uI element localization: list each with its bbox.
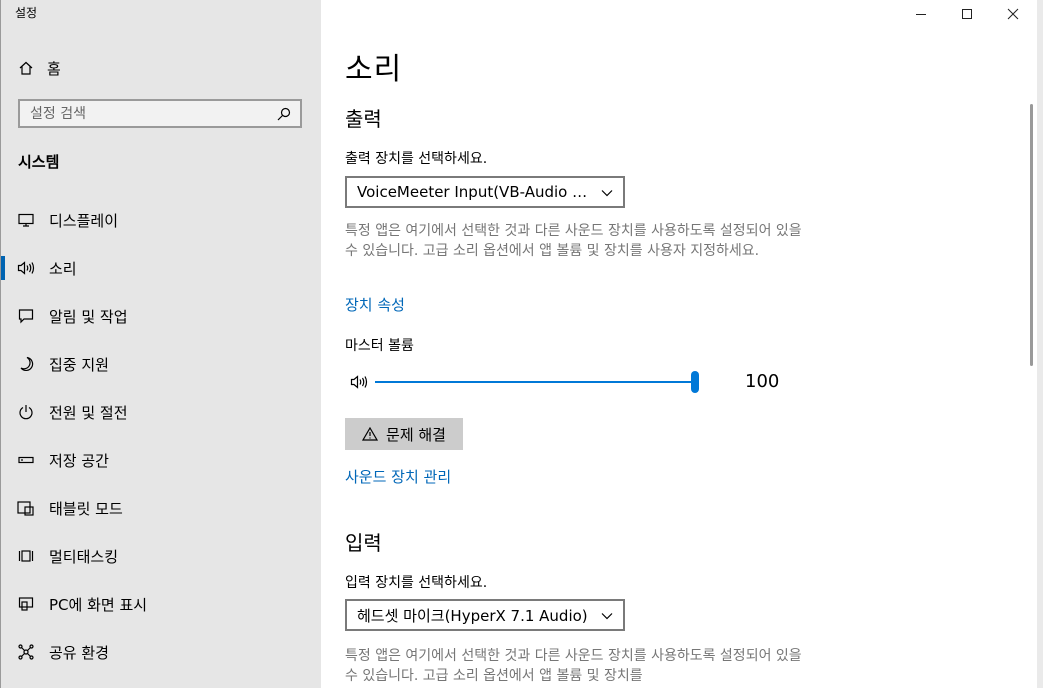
- sidebar-item-label: 디스플레이: [49, 211, 119, 230]
- chevron-down-icon: [601, 606, 613, 624]
- sidebar-item-project[interactable]: PC에 화면 표시: [1, 580, 321, 628]
- home-label: 홈: [47, 59, 61, 78]
- warning-icon: [362, 427, 379, 441]
- home-link[interactable]: 홈: [17, 56, 61, 80]
- master-volume-label: 마스터 볼륨: [345, 338, 414, 354]
- volume-value: 100: [745, 371, 780, 392]
- scrollbar[interactable]: [1030, 104, 1033, 366]
- close-button[interactable]: [990, 0, 1036, 28]
- sidebar-item-power[interactable]: 전원 및 절전: [1, 388, 321, 436]
- sidebar-item-share[interactable]: 공유 환경: [1, 628, 321, 676]
- home-icon: [17, 60, 35, 76]
- output-description: 특정 앱은 여기에서 선택한 것과 다른 사운드 장치를 사용하도록 설정되어 …: [345, 223, 802, 259]
- sidebar-item-label: 알림 및 작업: [49, 307, 128, 326]
- display-icon: [17, 211, 35, 229]
- sidebar: 설정 홈 시스템 디스플레이 소리 알림 및 작: [1, 0, 321, 688]
- search-box[interactable]: [18, 99, 302, 128]
- slider-thumb[interactable]: [691, 371, 699, 393]
- sidebar-item-label: 태블릿 모드: [49, 499, 123, 518]
- input-description: 특정 앱은 여기에서 선택한 것과 다른 사운드 장치를 사용하도록 설정되어 …: [345, 648, 802, 684]
- search-icon[interactable]: [274, 107, 294, 121]
- input-device-label: 입력 장치를 선택하세요.: [345, 575, 488, 591]
- power-icon: [17, 403, 35, 421]
- sidebar-item-label: 저장 공간: [49, 451, 109, 470]
- sidebar-item-notifications[interactable]: 알림 및 작업: [1, 292, 321, 340]
- notification-icon: [17, 307, 35, 325]
- multitasking-icon: [17, 547, 35, 565]
- troubleshoot-label: 문제 해결: [386, 425, 446, 444]
- minimize-button[interactable]: [898, 0, 944, 28]
- output-device-dropdown[interactable]: VoiceMeeter Input(VB-Audio Voi...: [345, 176, 625, 208]
- moon-icon: [17, 355, 35, 373]
- input-device-value: 헤드셋 마이크(HyperX 7.1 Audio): [357, 606, 588, 625]
- maximize-button[interactable]: [944, 0, 990, 28]
- sidebar-item-label: PC에 화면 표시: [49, 595, 148, 614]
- sidebar-item-storage[interactable]: 저장 공간: [1, 436, 321, 484]
- speaker-icon[interactable]: [349, 374, 369, 394]
- manage-sound-devices-link[interactable]: 사운드 장치 관리: [345, 466, 451, 487]
- troubleshoot-button[interactable]: 문제 해결: [345, 418, 463, 450]
- main-panel: 소리 출력 출력 장치를 선택하세요. VoiceMeeter Input(VB…: [321, 0, 1037, 688]
- speaker-icon: [17, 259, 35, 277]
- minimize-icon: [916, 14, 926, 15]
- output-device-label: 출력 장치를 선택하세요.: [345, 151, 488, 167]
- share-icon: [17, 643, 35, 661]
- chevron-down-icon: [601, 183, 613, 201]
- close-icon: [1007, 8, 1019, 20]
- master-volume-slider[interactable]: 100: [345, 370, 785, 396]
- sidebar-item-label: 소리: [49, 259, 77, 278]
- sidebar-item-sound[interactable]: 소리: [1, 244, 321, 292]
- sidebar-item-label: 멀티태스킹: [49, 547, 119, 566]
- output-heading: 출력: [345, 107, 382, 131]
- sidebar-item-multitasking[interactable]: 멀티태스킹: [1, 532, 321, 580]
- sidebar-item-focus-assist[interactable]: 집중 지원: [1, 340, 321, 388]
- app-title: 설정: [15, 6, 38, 20]
- output-device-value: VoiceMeeter Input(VB-Audio Voi...: [357, 183, 593, 201]
- sidebar-item-label: 집중 지원: [49, 355, 109, 374]
- sidebar-nav: 디스플레이 소리 알림 및 작업 집중 지원 전원 및 절전 저장 공간 태블릿…: [1, 196, 321, 676]
- search-input[interactable]: [20, 104, 274, 123]
- tablet-icon: [17, 499, 35, 517]
- sidebar-item-label: 전원 및 절전: [49, 403, 128, 422]
- window-edge: [1037, 0, 1043, 688]
- input-device-dropdown[interactable]: 헤드셋 마이크(HyperX 7.1 Audio): [345, 599, 625, 631]
- maximize-icon: [962, 9, 972, 19]
- page-title: 소리: [345, 52, 403, 87]
- input-heading: 입력: [345, 531, 382, 555]
- storage-icon: [17, 451, 35, 469]
- sidebar-item-tablet[interactable]: 태블릿 모드: [1, 484, 321, 532]
- section-title: 시스템: [18, 153, 60, 171]
- device-properties-link[interactable]: 장치 속성: [345, 294, 405, 315]
- sidebar-item-label: 공유 환경: [49, 643, 109, 662]
- sidebar-item-display[interactable]: 디스플레이: [1, 196, 321, 244]
- project-icon: [17, 595, 35, 613]
- slider-track[interactable]: [375, 381, 695, 383]
